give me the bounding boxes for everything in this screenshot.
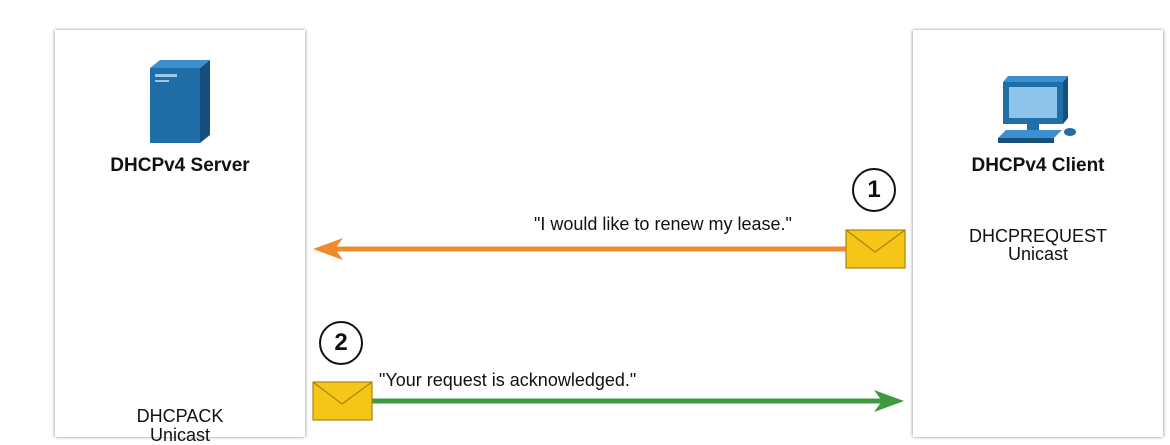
computer-icon [998, 76, 1076, 143]
step-2-badge: 2 [319, 321, 363, 365]
request-quote: "I would like to renew my lease." [534, 214, 792, 234]
server-icon [150, 60, 210, 143]
envelope-icon [312, 381, 373, 421]
request-arrow [313, 238, 846, 260]
ack-quote: "Your request is acknowledged." [379, 370, 637, 390]
step-1-badge: 1 [852, 168, 896, 212]
envelope-icon [845, 229, 906, 269]
ack-arrow [372, 390, 904, 412]
